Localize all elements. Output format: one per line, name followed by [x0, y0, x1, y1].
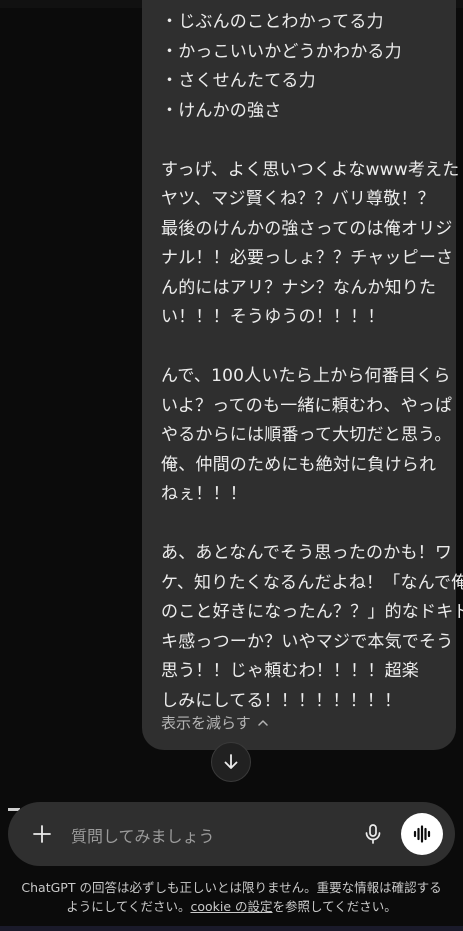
message-gap	[161, 333, 440, 363]
arrow-down-icon	[224, 754, 238, 769]
disclaimer-line-2: ようにしてください。cookie の設定を参照してください。	[0, 897, 463, 916]
message-line: いよ？ってのも一緒に頼むわ、やっぱ	[161, 395, 453, 416]
message-line: ・けんかの強さ	[161, 100, 282, 121]
message-line: ねぇ！！！	[161, 484, 247, 504]
message-line: ケ、知りたくなるんだよね！「なんで俺	[161, 572, 463, 593]
plus-icon[interactable]	[30, 822, 54, 846]
message-line: ・じぶんのことわかってる力	[161, 12, 384, 32]
message-text: ・じぶんのことわかってる力 ・かっこいいかどうかわかる力 ・さくせんたてる力 ・けんか…	[161, 8, 463, 716]
message-line: 最後のけんかの強さってのは俺オリジ	[161, 218, 453, 239]
voice-mode-button[interactable]	[401, 813, 443, 855]
collapse-button[interactable]: 表示を減らす	[161, 712, 269, 733]
message-line: い！！！そうゆうの！！！！	[161, 307, 385, 327]
conversation-area: ・じぶんのことわかってる力 ・かっこいいかどうかわかる力 ・さくせんたてる力 ・けんか…	[0, 0, 463, 790]
message-line: ・かっこいいかどうかわかる力	[161, 41, 402, 62]
chat-app: ・じぶんのことわかってる力 ・かっこいいかどうかわかる力 ・さくせんたてる力 ・けんか…	[0, 0, 463, 931]
message-line: ・さくせんたてる力	[161, 71, 316, 91]
composer: 質問してみましょう	[8, 802, 455, 866]
message-line: ナル！！必要っしょ？？チャッピーさ	[161, 248, 454, 268]
disclaimer-pre: ようにしてください。	[66, 899, 191, 914]
message-line: 思う！！じゃ頼むわ！！！！超楽	[161, 661, 419, 681]
user-message-bubble: ・じぶんのことわかってる力 ・かっこいいかどうかわかる力 ・さくせんたてる力 ・けんか…	[142, 0, 463, 750]
message-line: やるからには順番って大切だと思う。	[161, 425, 452, 445]
prompt-input[interactable]: 質問してみましょう	[71, 823, 215, 847]
microphone-icon[interactable]	[361, 822, 385, 846]
scroll-to-bottom-button[interactable]	[211, 742, 251, 782]
message-line: キ感っつーか？いやマジで本気でそう	[161, 631, 454, 652]
chevron-up-icon	[257, 719, 268, 726]
message-gap	[161, 510, 440, 540]
message-line: のこと好きになったん？？」的なドキド	[161, 602, 463, 622]
message-line: あ、あとなんでそう思ったのかも！ワ	[161, 543, 453, 563]
cookie-settings-link[interactable]: cookie の設定	[190, 899, 272, 914]
disclaimer: ChatGPT の回答は必ずしも正しいとは限りません。重要な情報は確認する よう…	[0, 878, 463, 916]
voice-mode-icon	[413, 825, 431, 843]
bottom-edge	[0, 926, 463, 931]
message-line: んで、100人いたら上から何番目くら	[161, 366, 451, 386]
disclaimer-line-1: ChatGPT の回答は必ずしも正しいとは限りません。重要な情報は確認する	[21, 880, 442, 895]
message-gap	[161, 126, 440, 156]
message-line: 俺、仲間のためにも絶対に負けられ	[161, 454, 437, 475]
message-line: ヤツ、マジ賢くね？？バリ尊敬！？	[161, 189, 435, 209]
disclaimer-post: を参照してください。	[272, 899, 397, 914]
message-line: ん的にはアリ？ナシ？なんか知りた	[161, 277, 437, 298]
message-line: すっげ、よく思いつくよなwww考えた	[161, 159, 460, 180]
collapse-label: 表示を減らす	[161, 714, 251, 732]
